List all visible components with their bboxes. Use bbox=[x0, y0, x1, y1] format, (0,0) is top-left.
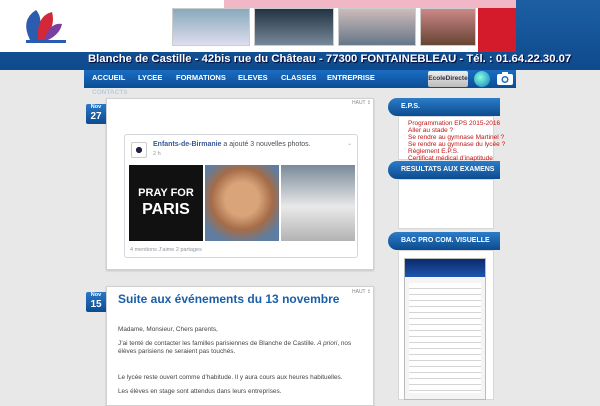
date-month: Nov bbox=[90, 104, 102, 110]
date-day: 27 bbox=[90, 111, 102, 122]
chevron-down-icon[interactable]: ⌄ bbox=[347, 140, 352, 147]
eps-link-reglement[interactable]: Règlement E.P.S. bbox=[408, 148, 459, 155]
widget-title-bac-pro: BAC PRO COM. VISUELLE bbox=[388, 232, 500, 250]
bac-pro-screenshot[interactable] bbox=[404, 258, 486, 400]
nav-eleves[interactable]: ELEVES bbox=[238, 73, 268, 82]
logo-mark-icon bbox=[0, 0, 84, 52]
banner-photo-lab bbox=[338, 8, 416, 46]
fb-post-time[interactable]: 2 h bbox=[153, 151, 161, 157]
ecoledirecte-button[interactable]: EcoleDirecte bbox=[428, 71, 468, 87]
fb-photo-schoolchildren[interactable] bbox=[281, 165, 355, 241]
fb-photo-pray-for-paris[interactable]: PRAY FOR PARIS bbox=[129, 165, 203, 241]
nav-classes[interactable]: CLASSES bbox=[281, 73, 316, 82]
post-paragraph: Le lycée reste ouvert comme d’habitude. … bbox=[118, 374, 343, 381]
nav-contacts[interactable]: CONTACTS bbox=[92, 89, 128, 96]
widget-title-eps: E.P.S. bbox=[388, 98, 500, 116]
post-title[interactable]: Suite aux événements du 13 novembre bbox=[118, 293, 358, 306]
post-date-badge: Nov 15 bbox=[86, 292, 106, 312]
banner-photo-classroom bbox=[172, 8, 250, 46]
post-date-badge: Nov 27 bbox=[86, 104, 106, 124]
widget-title-resultats: RESULTATS AUX EXAMENS bbox=[388, 161, 500, 179]
fb-photo-child-face[interactable] bbox=[205, 165, 279, 241]
banner-photo-students bbox=[420, 8, 476, 46]
photo-text-line1: PRAY FOR bbox=[138, 187, 194, 199]
nav-entreprise[interactable]: ENTREPRISE bbox=[327, 73, 375, 82]
nav-accueil[interactable]: ACCUEIL bbox=[92, 73, 125, 82]
fb-page-link[interactable]: Enfants-de-Birmanie bbox=[153, 141, 221, 148]
post-text: J’ai tenté de contacter les familles par… bbox=[118, 340, 316, 347]
date-month: Nov bbox=[90, 292, 102, 298]
fb-post-header: Enfants-de-Birmanie a ajouté 3 nouvelles… bbox=[153, 141, 311, 148]
screenshot-content-lines bbox=[409, 283, 481, 393]
date-day: 15 bbox=[90, 299, 102, 310]
school-logo[interactable] bbox=[0, 0, 84, 52]
eps-link-stade[interactable]: Aller au stade ? bbox=[408, 127, 453, 134]
post-text-italic: A priori bbox=[317, 340, 338, 347]
nav-lycee[interactable]: LYCEE bbox=[138, 73, 162, 82]
camera-icon[interactable] bbox=[496, 71, 514, 86]
fb-action-text: a ajouté 3 nouvelles photos. bbox=[223, 141, 311, 148]
post-text: , nos bbox=[337, 340, 352, 347]
page-avatar[interactable] bbox=[131, 142, 147, 158]
eps-link-gymnase-lycee[interactable]: Se rendre au gymnase du lycée ? bbox=[408, 141, 505, 148]
photo-text-line2: PARIS bbox=[142, 201, 190, 218]
banner-photo-computer-room bbox=[254, 8, 334, 46]
screenshot-header-bar bbox=[405, 259, 485, 277]
banner-pink-accent bbox=[224, 0, 516, 8]
globe-icon[interactable] bbox=[474, 71, 490, 87]
nav-formations[interactable]: FORMATIONS bbox=[176, 73, 226, 82]
post-paragraph: Les élèves en stage sont attendus dans l… bbox=[118, 388, 282, 395]
back-to-top-link[interactable]: HAUT ↥ bbox=[352, 100, 371, 106]
eps-link-programmation[interactable]: Programmation EPS 2015-2016 bbox=[408, 120, 500, 127]
post-paragraph: élèves parisiens ne seraient pas touchés… bbox=[118, 348, 236, 355]
facebook-embed: Enfants-de-Birmanie a ajouté 3 nouvelles… bbox=[124, 134, 358, 258]
widget-resultats bbox=[398, 179, 494, 229]
post-paragraph: Madame, Monsieur, Chers parents, bbox=[118, 326, 218, 333]
eps-link-gymnase-martinel[interactable]: Se rendre au gymnase Martinel ? bbox=[408, 134, 504, 141]
school-address: Blanche de Castille - 42bis rue du Châte… bbox=[88, 53, 572, 65]
fb-post-stats: 4 mentions J’aime 2 partages bbox=[130, 247, 202, 253]
post-paragraph: J’ai tenté de contacter les familles par… bbox=[118, 340, 351, 347]
header-banner bbox=[84, 0, 516, 52]
